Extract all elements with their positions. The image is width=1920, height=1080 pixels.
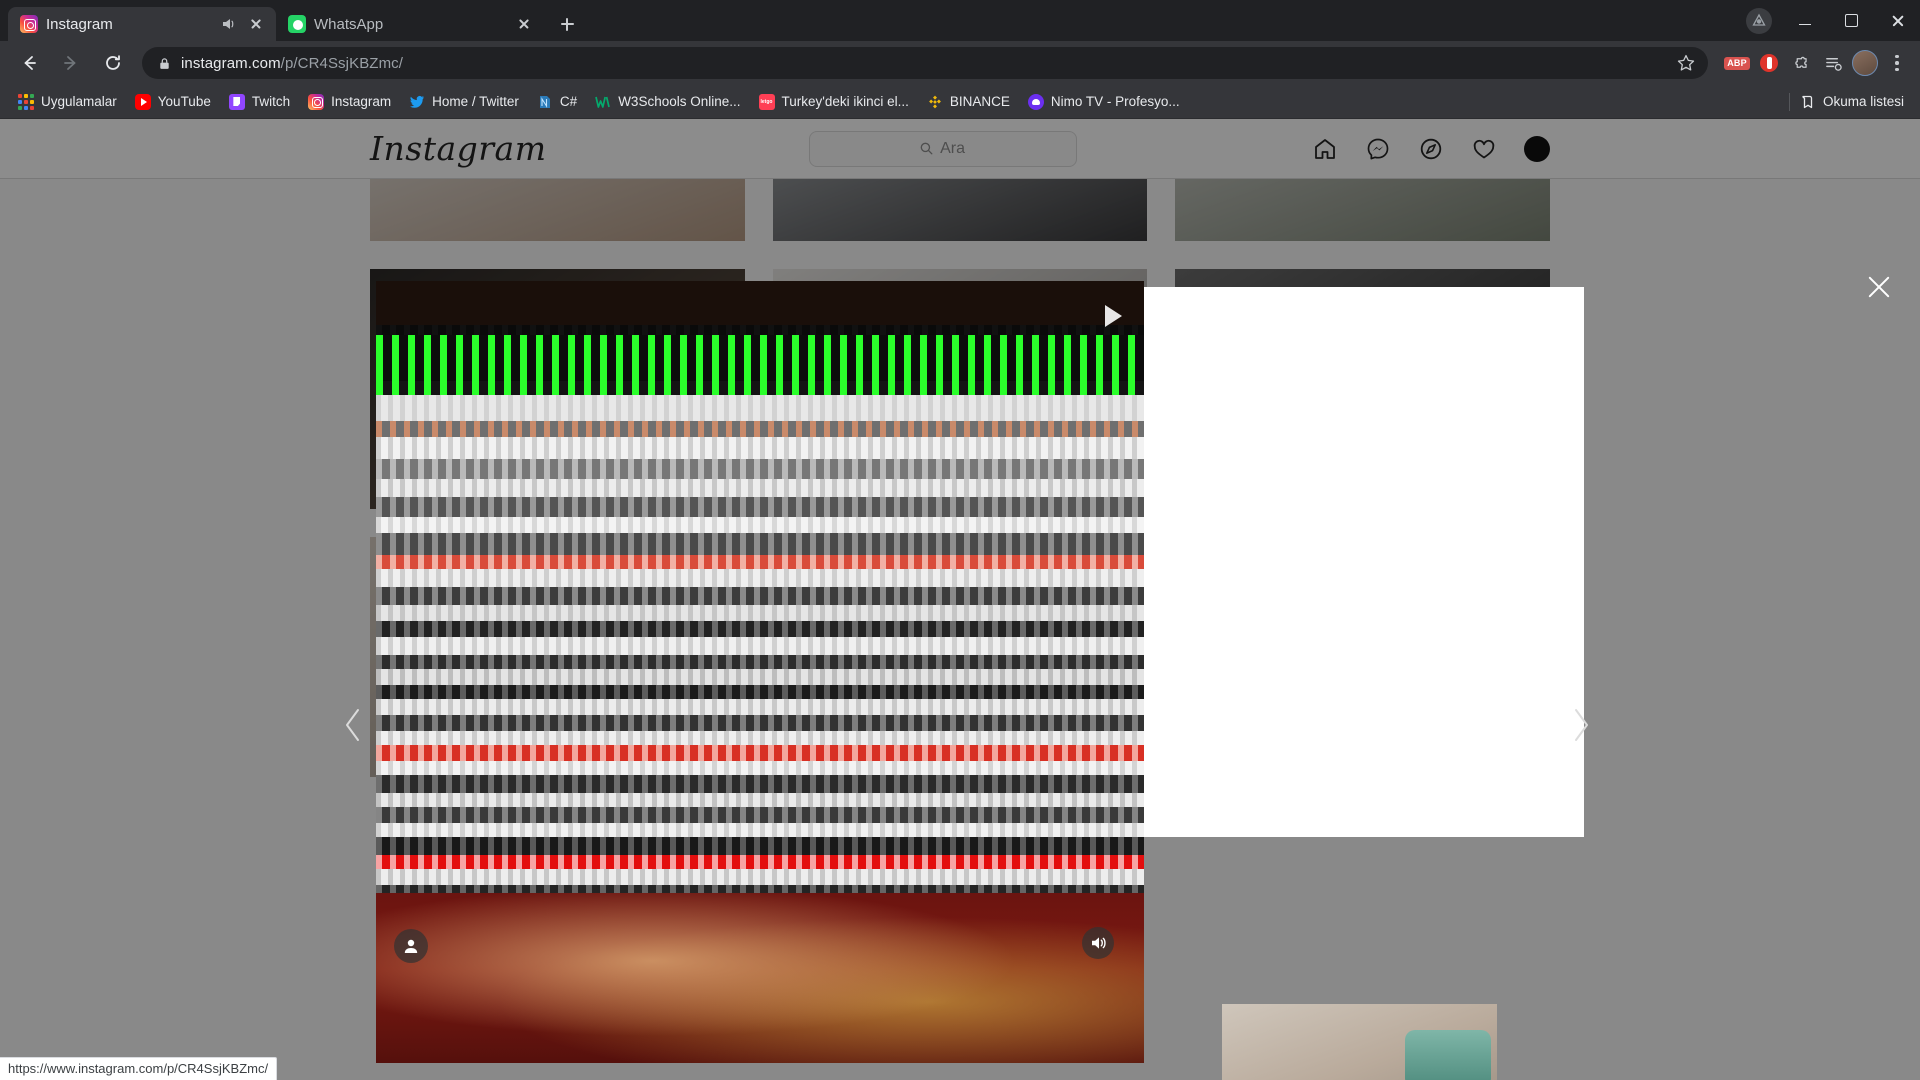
bookmark-label: Uygulamalar — [41, 94, 117, 109]
tab-strip: Instagram WhatsApp — [0, 0, 1920, 41]
next-post-button[interactable] — [1568, 704, 1594, 746]
status-bar-link: https://www.instagram.com/p/CR4SsjKBZmc/ — [0, 1057, 278, 1080]
video-top-band — [376, 281, 1144, 325]
bookmark-nimotv[interactable]: Nimo TV - Profesyo... — [1020, 90, 1188, 114]
twitch-icon — [228, 93, 245, 110]
apps-grid-icon — [18, 93, 34, 110]
bookmark-twitter[interactable]: Home / Twitter — [401, 90, 527, 114]
reading-list-label: Okuma listesi — [1822, 94, 1904, 109]
window-close-button[interactable] — [1874, 0, 1920, 41]
tab-title: Instagram — [46, 16, 113, 32]
bookmark-label: Twitch — [251, 94, 291, 109]
bookmark-label: Instagram — [331, 94, 392, 109]
bookmark-csharp[interactable]: C# — [529, 90, 585, 114]
forward-button[interactable] — [53, 45, 89, 81]
whatsapp-favicon — [288, 15, 306, 33]
twitter-icon — [409, 94, 425, 110]
bookmark-label: Turkey'deki ikinci el... — [781, 94, 909, 109]
tab-title: WhatsApp — [314, 16, 384, 32]
bookmark-star-icon[interactable] — [1676, 53, 1696, 73]
bookmark-w3schools[interactable]: W3Schools Online... — [587, 90, 748, 114]
csharp-icon — [537, 94, 553, 110]
close-icon[interactable] — [1866, 274, 1892, 300]
bookmark-uygulamalar[interactable]: Uygulamalar — [10, 90, 125, 114]
post-details-panel — [1144, 287, 1584, 837]
tab-close-icon[interactable] — [246, 14, 266, 34]
url-domain: instagram.com — [181, 54, 281, 72]
instagram-page: Instagram Ara — [0, 119, 1920, 1080]
extension-icons: ABP — [1716, 48, 1912, 78]
omnibox-actions — [1676, 53, 1696, 73]
browser-tab-whatsapp[interactable]: WhatsApp — [276, 7, 544, 41]
bookmark-label: YouTube — [157, 94, 211, 109]
reading-list-button[interactable]: Okuma listesi — [1800, 94, 1904, 110]
window-maximize-button[interactable] — [1828, 0, 1874, 41]
bookmarks-bar: Uygulamalar YouTube Twitch Instagram Hom… — [0, 85, 1920, 119]
bookmarks-divider — [1788, 92, 1790, 111]
previous-post-button[interactable] — [340, 704, 366, 746]
bookmark-youtube[interactable]: YouTube — [127, 90, 219, 114]
post-modal — [376, 281, 1584, 1063]
bookmark-twitch[interactable]: Twitch — [221, 90, 298, 114]
bookmark-label: Home / Twitter — [432, 94, 519, 109]
post-media-video[interactable] — [376, 281, 1144, 1063]
bookmark-label: BINANCE — [949, 94, 1010, 109]
instagram-icon — [308, 93, 325, 110]
address-bar[interactable]: instagram.com/p/CR4SsjKBZmc/ — [142, 47, 1708, 79]
new-tab-button[interactable] — [550, 7, 584, 41]
window-controls — [1746, 0, 1920, 41]
youtube-icon — [134, 93, 151, 110]
tab-audio-icon[interactable] — [220, 15, 238, 33]
volume-on-icon[interactable] — [1082, 927, 1114, 959]
letgo-icon — [758, 93, 775, 110]
profile-avatar-button[interactable] — [1850, 48, 1880, 78]
reading-list-icon[interactable] — [1818, 48, 1848, 78]
bookmark-binance[interactable]: BINANCE — [919, 90, 1018, 114]
window-minimize-button[interactable] — [1782, 0, 1828, 41]
play-icon — [1102, 303, 1124, 329]
url-path: /p/CR4SsjKBZmc/ — [280, 54, 404, 72]
tab-close-icon[interactable] — [514, 14, 534, 34]
url-text: instagram.com/p/CR4SsjKBZmc/ — [181, 55, 403, 72]
chrome-menu-button[interactable] — [1882, 48, 1912, 78]
tagged-people-icon[interactable] — [394, 929, 428, 963]
bookmark-label: W3Schools Online... — [618, 94, 741, 109]
reload-button[interactable] — [95, 45, 131, 81]
instagram-favicon — [20, 15, 38, 33]
nimotv-icon — [1027, 93, 1044, 110]
chrome-browser-window: Instagram WhatsApp instagram.com/p/CR4Ss… — [0, 0, 1920, 1080]
browser-tab-instagram[interactable]: Instagram — [8, 7, 276, 41]
lock-icon — [158, 57, 171, 70]
browser-profile-chip[interactable] — [1746, 7, 1772, 34]
video-bottom-frame — [376, 893, 1144, 1063]
binance-icon — [927, 94, 943, 110]
extensions-puzzle-icon[interactable] — [1786, 48, 1816, 78]
abp-badge-label: ABP — [1724, 56, 1750, 70]
back-button[interactable] — [11, 45, 47, 81]
bookmark-label: Nimo TV - Profesyo... — [1050, 94, 1180, 109]
bookmarks-bar-right: Okuma listesi — [1788, 92, 1910, 111]
adblock-icon[interactable] — [1754, 48, 1784, 78]
adblock-plus-icon[interactable]: ABP — [1722, 48, 1752, 78]
bookmark-letgo[interactable]: Turkey'deki ikinci el... — [751, 90, 917, 114]
bookmark-label: C# — [559, 94, 578, 109]
avatar — [1852, 50, 1878, 76]
reading-list-icon — [1800, 94, 1816, 110]
w3schools-icon — [595, 94, 611, 110]
bookmark-instagram[interactable]: Instagram — [300, 90, 399, 114]
browser-toolbar: instagram.com/p/CR4SsjKBZmc/ ABP — [0, 41, 1920, 85]
